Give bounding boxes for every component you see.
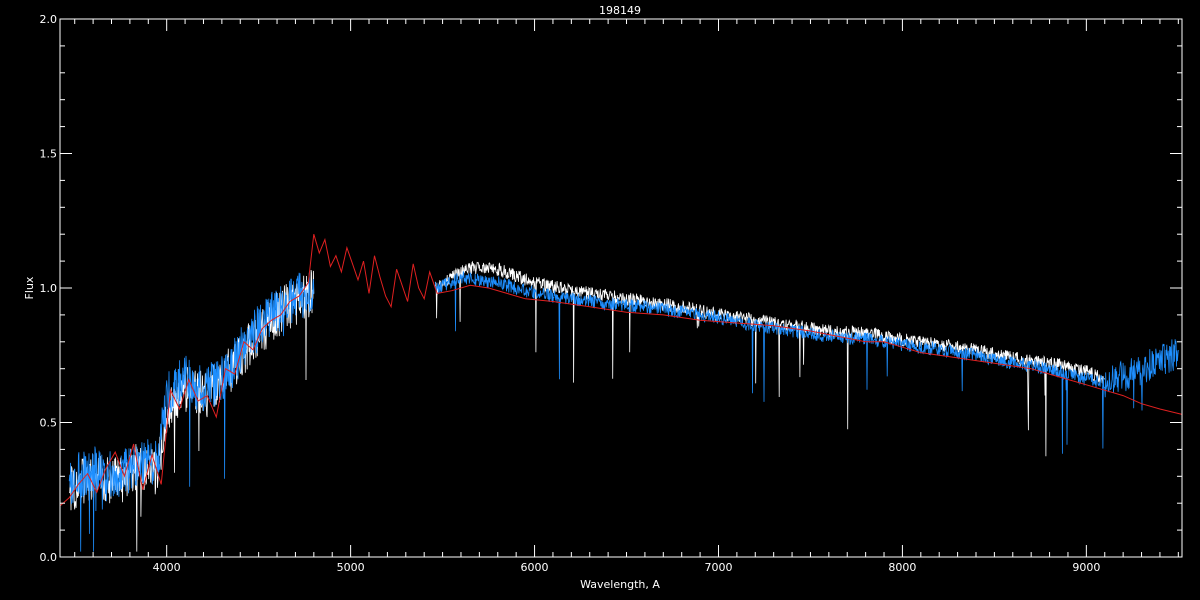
chart-svg: 4000 5000 6000 7000 8000 90000.00.51.01.52.0 … [0,0,1200,600]
spectrum-chart: 4000 5000 6000 7000 8000 9000 0.0 0.5 1.0 1.5 2.0 … [0,0,1200,600]
y-axis-label: Flux [23,276,36,299]
chart-title: 198149 [599,4,641,17]
x-tick-label: 7000 [704,561,732,574]
x-tick-label: 9000 [1072,561,1100,574]
x-tick-label: 8000 [888,561,916,574]
y-tick-label: 1.0 [40,282,58,295]
y-tick-label: 2.0 [40,13,58,26]
x-tick-label: 5000 [337,561,365,574]
y-tick-label: 0.5 [40,417,58,430]
x-tick-label: 6000 [521,561,549,574]
y-tick-label: 1.5 [40,148,58,161]
x-tick-label: 4000 [153,561,181,574]
y-tick-label: 0.0 [40,551,58,564]
x-axis-label: Wavelength, A [580,578,660,591]
